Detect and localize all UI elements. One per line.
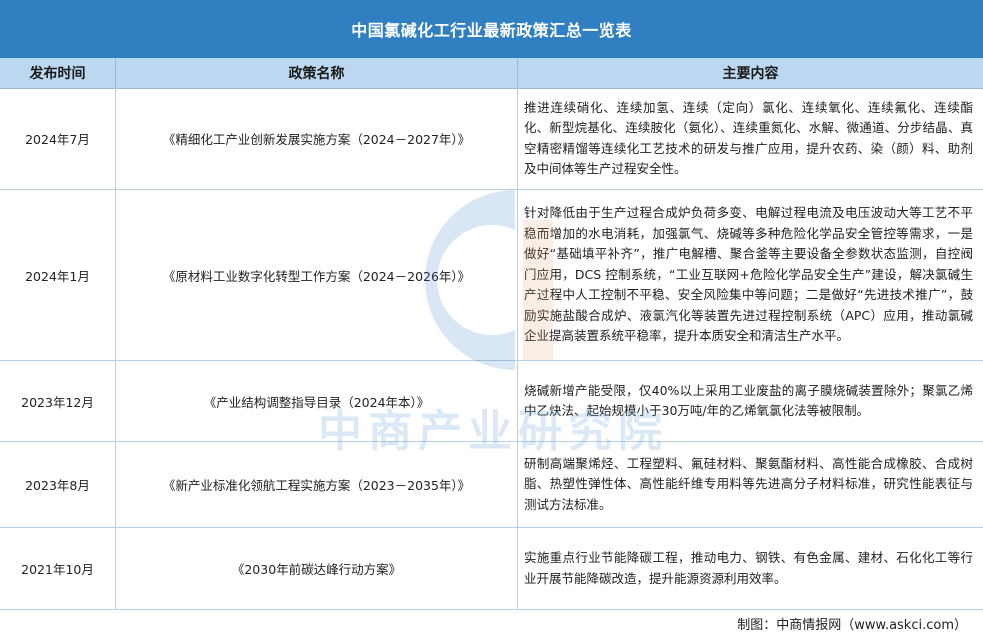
row-policy-name: 《2030年前碳达峰行动方案》 <box>116 528 518 609</box>
table-row: 2023年8月 《新产业标准化领航工程实施方案（2023－2035年）》 研制高… <box>0 442 983 528</box>
table-body: 2024年7月 《精细化工产业创新发展实施方案（2024－2027年）》 推进连… <box>0 88 983 610</box>
row-date: 2023年12月 <box>0 361 116 441</box>
row-content: 研制高端聚烯烃、工程塑料、氟硅材料、聚氨酯材料、高性能合成橡胶、合成树脂、热塑性… <box>524 455 973 512</box>
table-row: 2024年7月 《精细化工产业创新发展实施方案（2024－2027年）》 推进连… <box>0 88 983 190</box>
row-policy-name: 《产业结构调整指导目录（2024年本）》 <box>116 361 518 441</box>
row-date: 2024年7月 <box>0 88 116 189</box>
table-title: 中国氯碱化工行业最新政策汇总一览表 <box>0 0 983 58</box>
table-row: 2021年10月 《2030年前碳达峰行动方案》 实施重点行业节能降碳工程，推动… <box>0 528 983 610</box>
table-row: 2024年1月 《原材料工业数字化转型工作方案（2024－2026年）》 针对降… <box>0 190 983 361</box>
row-content: 推进连续硝化、连续加氢、连续（定向）氯化、连续氧化、连续氟化、连续酯化、新型烷基… <box>524 99 973 177</box>
row-content: 烧碱新增产能受限，仅40%以上采用工业废盐的离子膜烧碱装置除外；聚氯乙烯中乙炔法… <box>524 382 973 419</box>
row-date: 2021年10月 <box>0 528 116 609</box>
source-credit: 制图：中商情报网（www.askci.com） <box>737 618 967 633</box>
table-header: 发布时间 政策名称 主要内容 <box>0 58 983 89</box>
row-content: 针对降低由于生产过程合成炉负荷多变、电解过程电流及电压波动大等工艺不平稳而增加的… <box>524 205 973 344</box>
table-row: 2023年12月 《产业结构调整指导目录（2024年本）》 烧碱新增产能受限，仅… <box>0 361 983 442</box>
header-name: 政策名称 <box>116 58 518 88</box>
row-policy-name: 《精细化工产业创新发展实施方案（2024－2027年）》 <box>116 88 518 189</box>
row-date: 2024年1月 <box>0 190 116 360</box>
header-date: 发布时间 <box>0 58 116 88</box>
row-policy-name: 《新产业标准化领航工程实施方案（2023－2035年）》 <box>116 442 518 527</box>
row-date: 2023年8月 <box>0 442 116 527</box>
row-content: 实施重点行业节能降碳工程，推动电力、钢铁、有色金属、建材、石化化工等行业开展节能… <box>524 550 973 586</box>
header-content: 主要内容 <box>722 66 779 82</box>
row-policy-name: 《原材料工业数字化转型工作方案（2024－2026年）》 <box>116 190 518 360</box>
